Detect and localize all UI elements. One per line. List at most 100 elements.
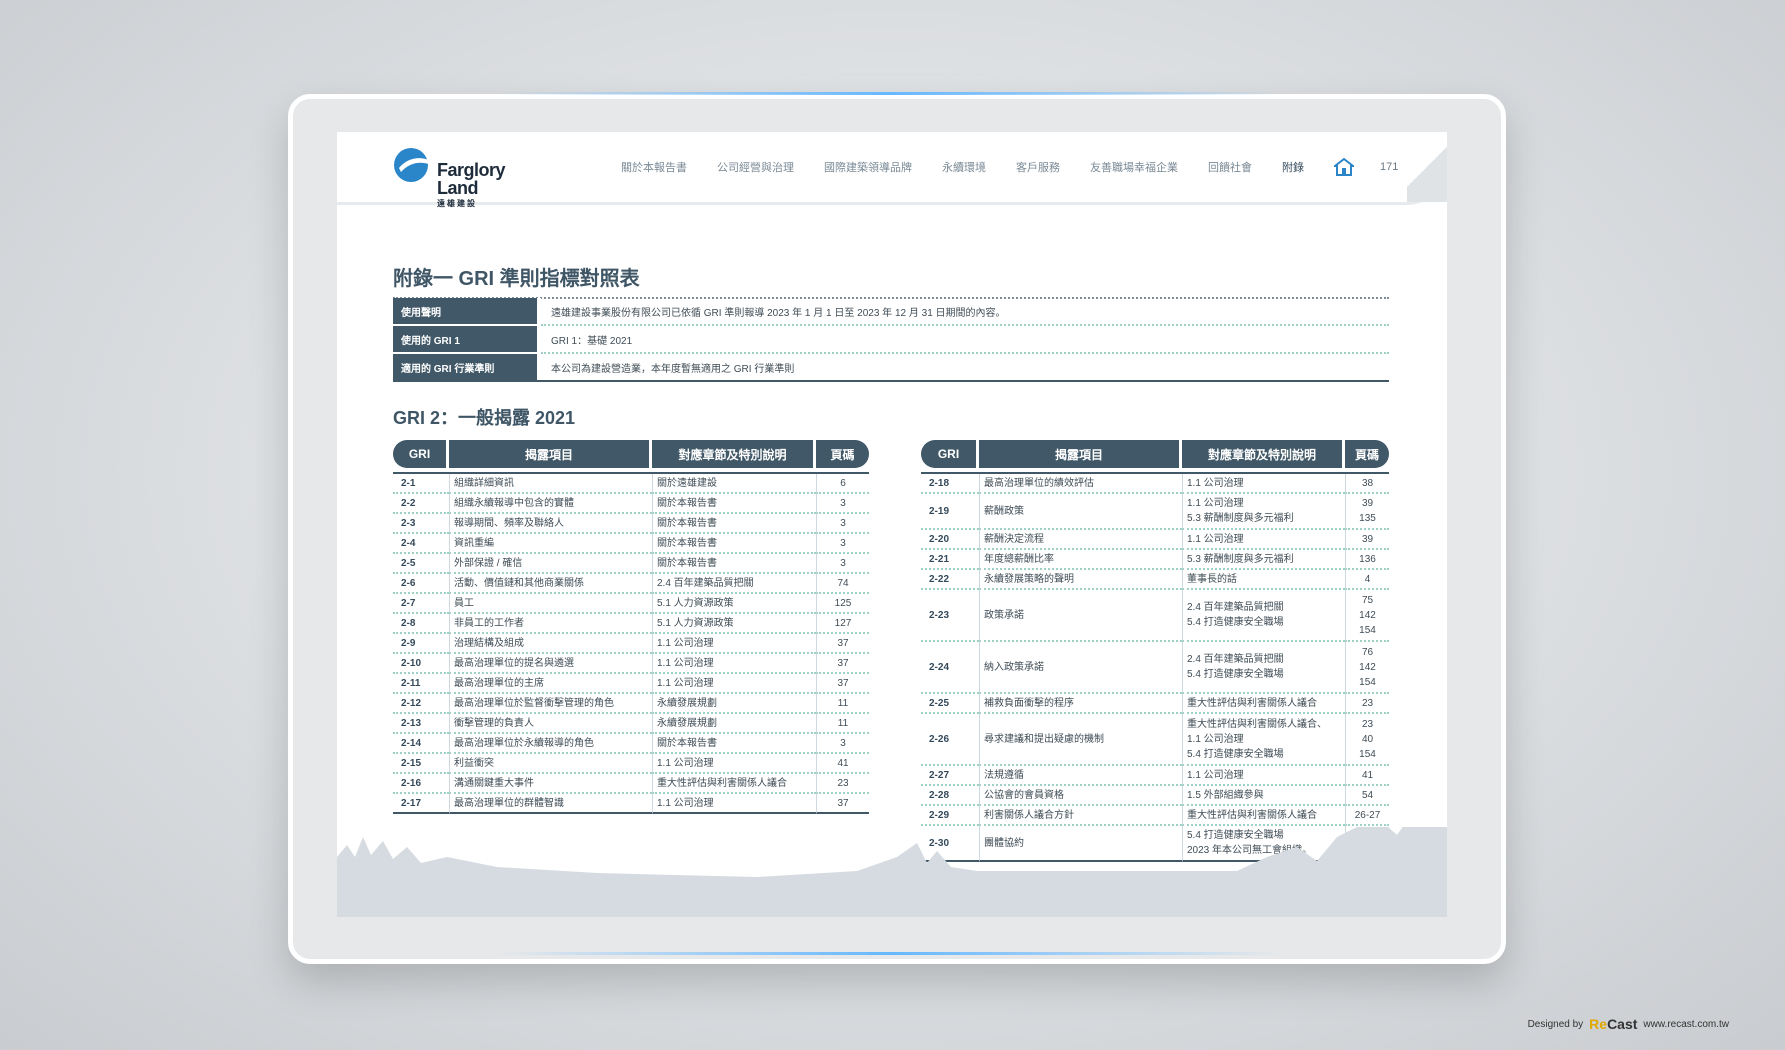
section-ref-line: 1.1 公司治理 <box>1187 498 1244 509</box>
nav-item-architecture-brand[interactable]: 國際建築領導品牌 <box>824 159 912 175</box>
column-header-section: 對應章節及特別說明 <box>652 440 816 468</box>
page-ref: 38 <box>1345 474 1389 494</box>
table-row: 2-23 政策承諾 2.4 百年建築品質把關 5.4 打造健康安全職場 75 142 154 <box>921 590 1389 642</box>
info-value: GRI 1：基礎 2021 <box>537 325 1389 354</box>
gri-code: 2-21 <box>921 550 979 570</box>
nav-item-customer-service[interactable]: 客戶服務 <box>1016 159 1060 175</box>
section-ref: 5.1 人力資源政策 <box>652 594 816 614</box>
table-header-row: GRI 揭露項目 對應章節及特別說明 頁碼 <box>921 440 1389 468</box>
gri-code: 2-1 <box>393 474 449 494</box>
disclosure-item: 尋求建議和提出疑慮的機制 <box>979 714 1182 766</box>
gri-code: 2-19 <box>921 494 979 530</box>
disclosure-item: 治理結構及組成 <box>449 634 652 654</box>
section-ref: 2.4 百年建築品質把關 5.4 打造健康安全職場 <box>1182 590 1345 642</box>
page-ref: 3 <box>816 494 869 514</box>
table-row: 2-25 補救負面衝擊的程序 重大性評估與利害關係人議合 23 <box>921 694 1389 714</box>
page-ref: 6 <box>816 474 869 494</box>
column-header-page: 頁碼 <box>1345 440 1389 468</box>
info-value: 本公司為建設營造業，本年度暫無適用之 GRI 行業準則 <box>537 353 1389 382</box>
disclosure-item: 公協會的會員資格 <box>979 786 1182 806</box>
page-ref-line: 135 <box>1359 513 1376 524</box>
gri-table-right: GRI 揭露項目 對應章節及特別說明 頁碼 2-18 最高治理單位的績效評估 1.1… <box>921 440 1389 862</box>
tree-silhouette-decoration <box>337 827 1447 917</box>
page-ref: 75 142 154 <box>1345 590 1389 642</box>
table-row: 2-14 最高治理單位於永續報導的角色 關於本報告書 3 <box>393 734 869 754</box>
section-ref-line: 重大性評估與利害關係人議合 <box>1187 809 1317 821</box>
table-row: 2-13 衝擊管理的負責人 永續發展規劃 11 <box>393 714 869 734</box>
gri-code: 2-23 <box>921 590 979 642</box>
home-icon[interactable] <box>1334 158 1354 176</box>
page-ref: 11 <box>816 694 869 714</box>
column-header-page: 頁碼 <box>816 440 869 468</box>
disclosure-item: 最高治理單位的提名與遴選 <box>449 654 652 674</box>
disclosure-item: 最高治理單位的群體智識 <box>449 794 652 814</box>
credit-url[interactable]: www.recast.com.tw <box>1643 1019 1729 1030</box>
table-row: 2-20 薪酬決定流程 1.1 公司治理 39 <box>921 530 1389 550</box>
table-row: 2-7 員工 5.1 人力資源政策 125 <box>393 594 869 614</box>
gri-code: 2-22 <box>921 570 979 590</box>
page-ref: 76 142 154 <box>1345 642 1389 694</box>
gri-code: 2-24 <box>921 642 979 694</box>
disclosure-item: 報導期間、頻率及聯絡人 <box>449 514 652 534</box>
table-row: 2-12 最高治理單位於監督衝擊管理的角色 永續發展規劃 11 <box>393 694 869 714</box>
nav-item-appendix[interactable]: 附錄 <box>1282 159 1304 175</box>
page-ref: 3 <box>816 554 869 574</box>
section-ref: 關於本報告書 <box>652 534 816 554</box>
disclosure-item: 資訊重編 <box>449 534 652 554</box>
gri-code: 2-11 <box>393 674 449 694</box>
table-row: 2-10 最高治理單位的提名與遴選 1.1 公司治理 37 <box>393 654 869 674</box>
info-label: 使用聲明 <box>393 298 539 326</box>
gri-code: 2-5 <box>393 554 449 574</box>
page-ref-line: 154 <box>1359 624 1376 636</box>
company-logo[interactable]: Farglory Land 遠雄建設 <box>393 148 513 208</box>
table-row: 2-17 最高治理單位的群體智識 1.1 公司治理 37 <box>393 794 869 814</box>
disclosure-item: 組織永續報導中包含的實體 <box>449 494 652 514</box>
section-ref-line: 5.3 薪酬制度與多元福利 <box>1187 513 1294 524</box>
page-title: 附錄一 GRI 準則指標對照表 <box>393 268 640 290</box>
nav-item-about-report[interactable]: 關於本報告書 <box>621 159 687 175</box>
recast-logo: ReCast <box>1589 1016 1638 1032</box>
gri-table-left: GRI 揭露項目 對應章節及特別說明 頁碼 2-1 組織詳細資訊 關於遠雄建設 6 2-… <box>393 440 869 814</box>
section-ref-line: 重大性評估與利害關係人議合 <box>1187 697 1317 709</box>
disclosure-item: 最高治理單位於監督衝擊管理的角色 <box>449 694 652 714</box>
gri-code: 2-25 <box>921 694 979 714</box>
page-ref-line: 142 <box>1359 661 1376 673</box>
nav-item-sustainable-environment[interactable]: 永續環境 <box>942 159 986 175</box>
table-row: 2-3 報導期間、頻率及聯絡人 關於本報告書 3 <box>393 514 869 534</box>
nav-item-workplace[interactable]: 友善職場幸福企業 <box>1090 159 1178 175</box>
section-ref: 1.1 公司治理 <box>1182 766 1345 786</box>
disclosure-item: 利害關係人議合方針 <box>979 806 1182 826</box>
gri-code: 2-8 <box>393 614 449 634</box>
credit-prefix: Designed by <box>1527 1018 1584 1030</box>
section-ref: 1.1 公司治理 <box>652 674 816 694</box>
gri-code: 2-28 <box>921 786 979 806</box>
section-ref-line: 董事長的話 <box>1187 573 1237 585</box>
page-ref: 37 <box>816 634 869 654</box>
page-ref-line: 154 <box>1359 676 1376 688</box>
gri-code: 2-3 <box>393 514 449 534</box>
disclosure-item: 薪酬決定流程 <box>979 530 1182 550</box>
page-ref: 41 <box>1345 766 1389 786</box>
disclosure-item: 永續發展策略的聲明 <box>979 570 1182 590</box>
section-ref: 重大性評估與利害關係人議合 <box>1182 806 1345 826</box>
disclosure-item: 薪酬政策 <box>979 494 1182 530</box>
gri-code: 2-2 <box>393 494 449 514</box>
designer-credit: Designed by ReCast www.recast.com.tw <box>1528 1016 1729 1032</box>
disclosure-item: 組織詳細資訊 <box>449 474 652 494</box>
section-ref: 5.1 人力資源政策 <box>652 614 816 634</box>
page-corner-tab <box>1407 132 1447 202</box>
table-row: 2-21 年度總薪酬比率 5.3 薪酬制度與多元福利 136 <box>921 550 1389 570</box>
page-ref: 37 <box>816 654 869 674</box>
section-ref-line: 1.1 公司治理 <box>1187 533 1244 545</box>
disclosure-item: 最高治理單位於永續報導的角色 <box>449 734 652 754</box>
page-ref-line: 142 <box>1359 609 1376 621</box>
section-ref: 2.4 百年建築品質把關 <box>652 574 816 594</box>
section-ref: 關於遠雄建設 <box>652 474 816 494</box>
page-ref: 54 <box>1345 786 1389 806</box>
section-ref: 重大性評估與利害關係人議合 <box>652 774 816 794</box>
nav-item-governance[interactable]: 公司經營與治理 <box>717 159 794 175</box>
gri-code: 2-14 <box>393 734 449 754</box>
section-ref-line: 重大性評估與利害關係人議合、 <box>1187 718 1327 730</box>
nav-item-society[interactable]: 回饋社會 <box>1208 159 1252 175</box>
table-row: 2-28 公協會的會員資格 1.5 外部組織參與 54 <box>921 786 1389 806</box>
